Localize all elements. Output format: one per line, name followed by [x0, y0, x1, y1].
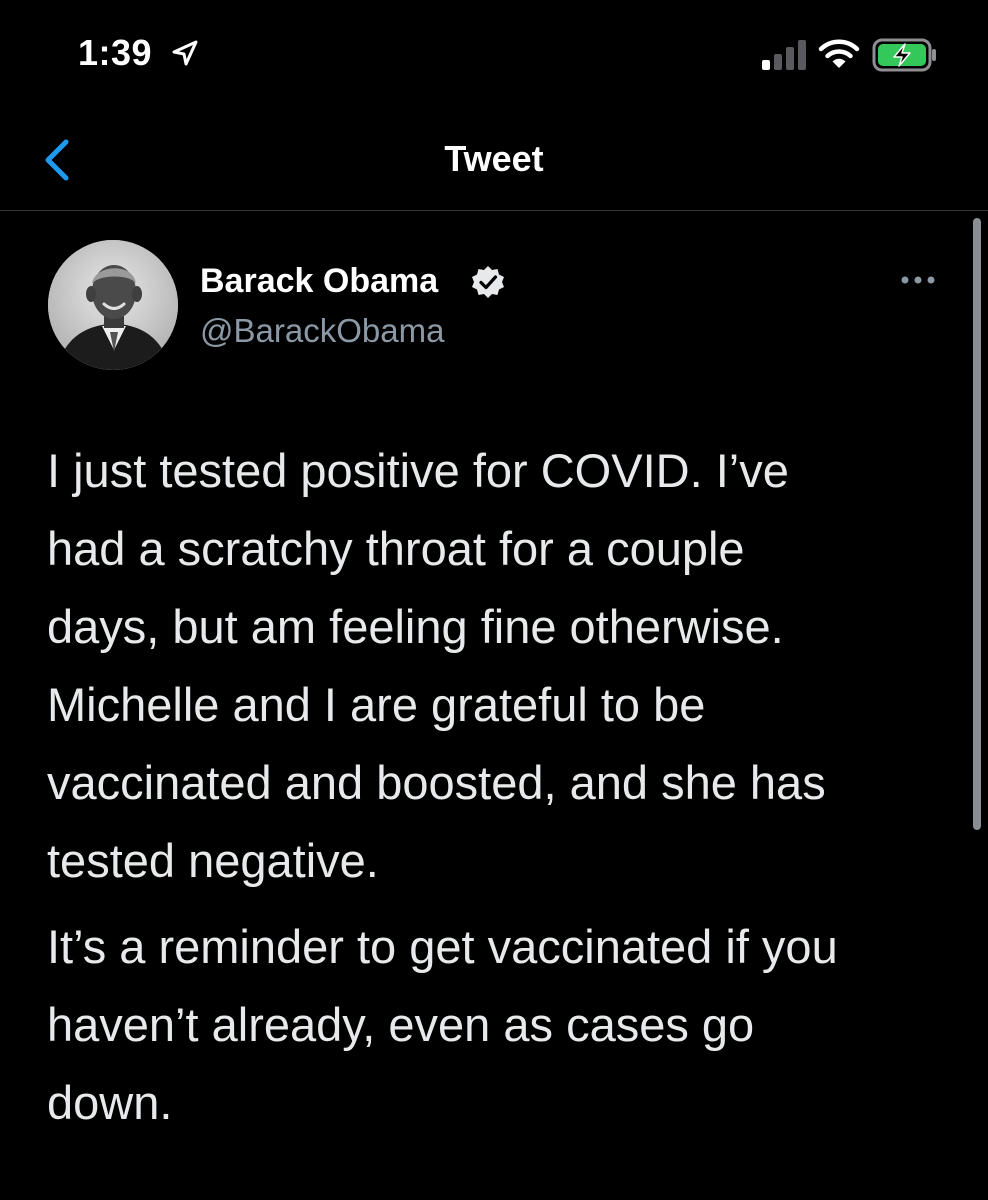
- tweet-line: It’s a reminder to get vaccinated if you: [47, 920, 838, 973]
- page-title: Tweet: [444, 138, 544, 179]
- more-options-button[interactable]: [898, 268, 938, 292]
- profile-photo: [48, 240, 178, 370]
- nav-header: Tweet: [0, 110, 988, 211]
- tweet-text: I just tested positive for COVID. I’ve h…: [47, 432, 947, 1142]
- status-bar: 1:39: [0, 0, 988, 110]
- tweet-line: down.: [47, 1076, 173, 1129]
- tweet-line: had a scratchy throat for a couple: [47, 522, 745, 575]
- cellular-signal-icon: [762, 40, 806, 70]
- wifi-icon: [818, 39, 860, 68]
- tweet-line: vaccinated and boosted, and she has: [47, 756, 826, 809]
- tweet-line: Michelle and I are grateful to be: [47, 678, 706, 731]
- tweet-paragraph: It’s a reminder to get vaccinated if you…: [47, 908, 947, 1142]
- tweet-line: tested negative.: [47, 834, 379, 887]
- author-name[interactable]: Barack Obama: [200, 262, 438, 301]
- verified-badge-icon: [472, 266, 504, 298]
- tweet-line: haven’t already, even as cases go: [47, 998, 755, 1051]
- tweet-line: days, but am feeling fine otherwise.: [47, 600, 784, 653]
- tweet-line: I just tested positive for COVID. I’ve: [47, 444, 789, 497]
- tweet-paragraph: I just tested positive for COVID. I’ve h…: [47, 432, 947, 900]
- battery-charging-icon: [872, 38, 936, 72]
- location-arrow-icon: [172, 40, 198, 66]
- scrollbar[interactable]: [973, 218, 981, 830]
- avatar[interactable]: [48, 240, 178, 370]
- ellipsis-icon: [901, 276, 935, 284]
- author-handle[interactable]: @BarackObama: [200, 312, 444, 350]
- status-time: 1:39: [78, 32, 153, 73]
